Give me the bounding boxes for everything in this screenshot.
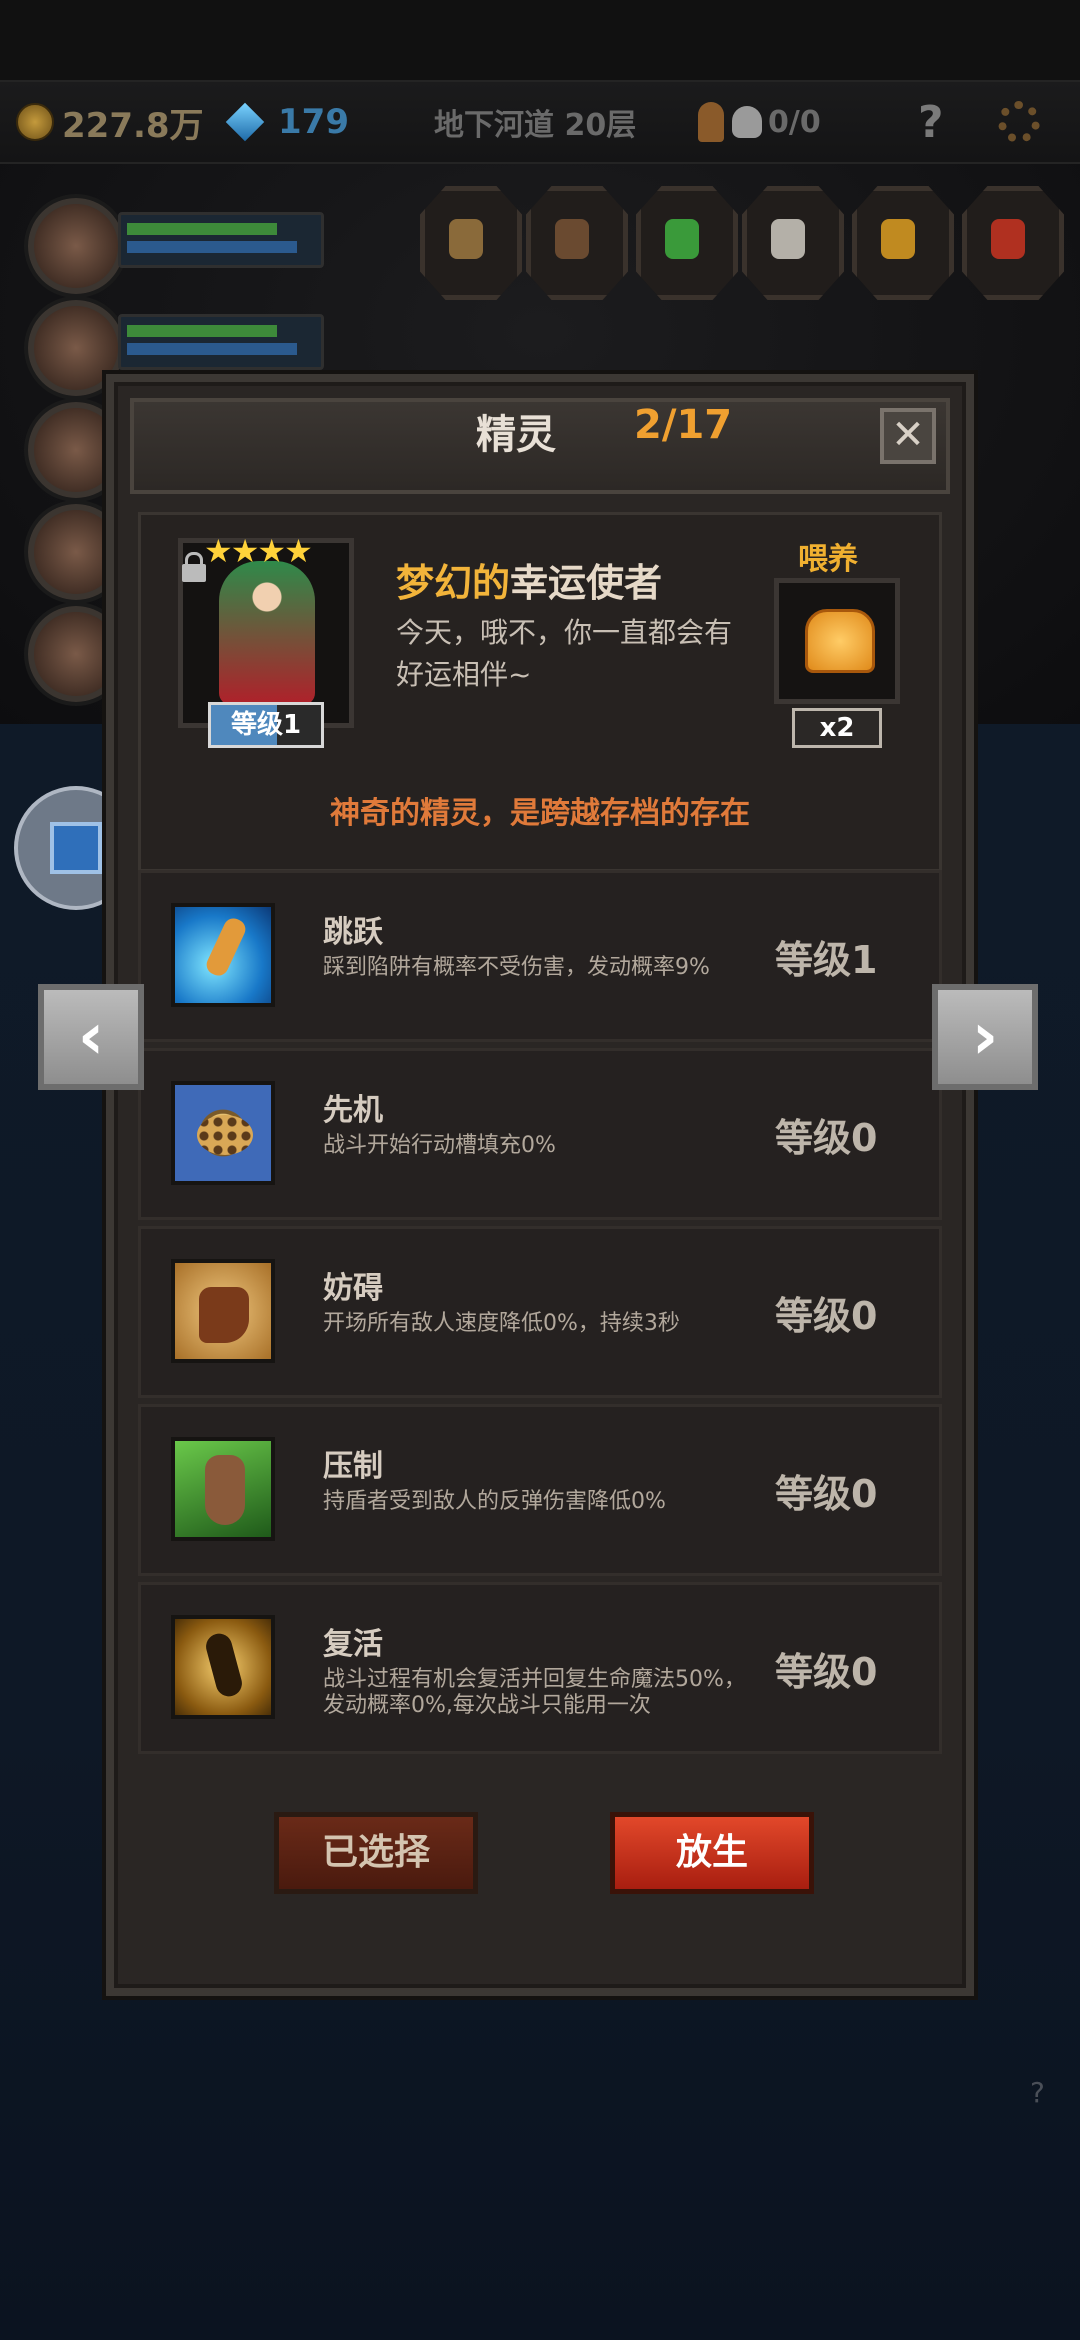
feed-label: 喂养 [798,542,858,577]
dialog-title: 精灵 [476,412,556,458]
help-icon: ? [918,96,944,148]
item-slot-carrot[interactable] [962,186,1064,300]
item-slot-orb[interactable] [636,186,738,300]
gear-icon [998,101,1040,143]
skill-row[interactable]: 压制 持盾者受到敌人的反弹伤害降低0% 等级0 [138,1404,942,1576]
keys-counter: 0/0 [698,82,821,162]
chevron-right-icon: › [971,1000,999,1074]
cube-icon [50,822,102,874]
hero-status-bar [118,212,324,268]
spirit-figure [219,561,315,705]
gold-amount: 227.8万 [62,105,204,146]
skill-level: 等级1 [775,938,878,982]
bread-icon [805,609,875,673]
close-button[interactable]: ✕ [880,408,936,464]
spirit-count: 2/17 [634,402,733,448]
spirit-name-text: 幸运使者 [510,561,663,605]
skill-description: 踩到陷阱有概率不受伤害，发动概率9% [323,955,710,980]
chevron-left-icon: ‹ [77,1000,105,1074]
status-area [0,0,1080,80]
skill-name: 跳跃 [323,915,383,950]
skill-name: 压制 [323,1449,383,1484]
spirit-quality: 梦幻的 [396,561,511,605]
skill-name: 妨碍 [323,1271,383,1306]
skill-row[interactable]: 先机 战斗开始行动槽填充0% 等级0 [138,1048,942,1220]
star-rating: ★★★★ [204,532,313,570]
chained-boot-icon [171,1259,275,1363]
location-label: 地下河道 20层 [434,108,637,143]
skill-row[interactable]: 妨碍 开场所有敌人速度降低0%，持续3秒 等级0 [138,1226,942,1398]
feed-button[interactable] [774,578,900,704]
skill-description: 持盾者受到敌人的反弹伤害降低0% [323,1489,666,1514]
gem-amount: 179 [278,102,349,142]
keys-amount: 0/0 [768,104,821,140]
spirit-name: 梦幻的幸运使者 [396,552,662,607]
hero-status-bar [118,314,324,370]
gem-icon [225,102,265,142]
next-spirit-button[interactable]: › [932,984,1038,1090]
item-slot-wing[interactable] [742,186,844,300]
lock-icon[interactable] [182,552,206,582]
skull-icon [732,106,762,138]
key-icon [698,102,724,142]
leopard-icon [171,1081,275,1185]
release-button[interactable]: 放生 [610,1812,814,1894]
help-button[interactable]: ? [918,82,944,162]
skill-name: 复活 [323,1627,383,1662]
spirit-level-badge: 等级1 [208,702,324,748]
skill-description: 战斗开始行动槽填充0% [323,1133,556,1158]
skill-row[interactable]: 跳跃 踩到陷阱有概率不受伤害，发动概率9% 等级1 [138,870,942,1042]
item-slot-bell[interactable] [420,186,522,300]
prev-spirit-button[interactable]: ‹ [38,984,144,1090]
spirit-description: 今天，哦不，你一直都会有好运相伴~ [396,616,733,691]
spirit-tagline: 神奇的精灵，是跨越存档的存在 [330,796,750,831]
skill-description: 开场所有敌人速度降低0%，持续3秒 [323,1311,680,1336]
skill-name: 先机 [323,1093,383,1128]
settings-button[interactable] [998,82,1040,162]
gem-counter: 179 [225,82,349,162]
top-bar: 227.8万 179 地下河道 20层 0/0 ? [0,80,1080,164]
help-hint-icon: ? [1030,2076,1045,2109]
skill-description: 战斗过程有机会复活并回复生命魔法50%，发动概率0%,每次战斗只能用一次 [323,1667,746,1718]
skill-level: 等级0 [775,1472,878,1516]
feed-count: x2 [792,708,882,748]
skill-row[interactable]: 复活 战斗过程有机会复活并回复生命魔法50%，发动概率0%,每次战斗只能用一次 … [138,1582,942,1754]
item-slot-feather[interactable] [852,186,954,300]
spirit-dialog: 精灵 2/17 ✕ ★★★★ 等级1 梦幻的幸运使者 今天，哦不，你一直都会有好… [106,374,974,1996]
skill-level: 等级0 [775,1116,878,1160]
claw-icon [171,1437,275,1541]
hero-portrait[interactable] [28,198,124,294]
selected-button[interactable]: 已选择 [274,1812,478,1894]
skill-level: 等级0 [775,1650,878,1694]
revive-icon [171,1615,275,1719]
skill-level: 等级0 [775,1294,878,1338]
jump-icon [171,903,275,1007]
item-slot-coffin[interactable] [526,186,628,300]
coin-icon [16,103,54,141]
gold-counter: 227.8万 [16,82,204,162]
